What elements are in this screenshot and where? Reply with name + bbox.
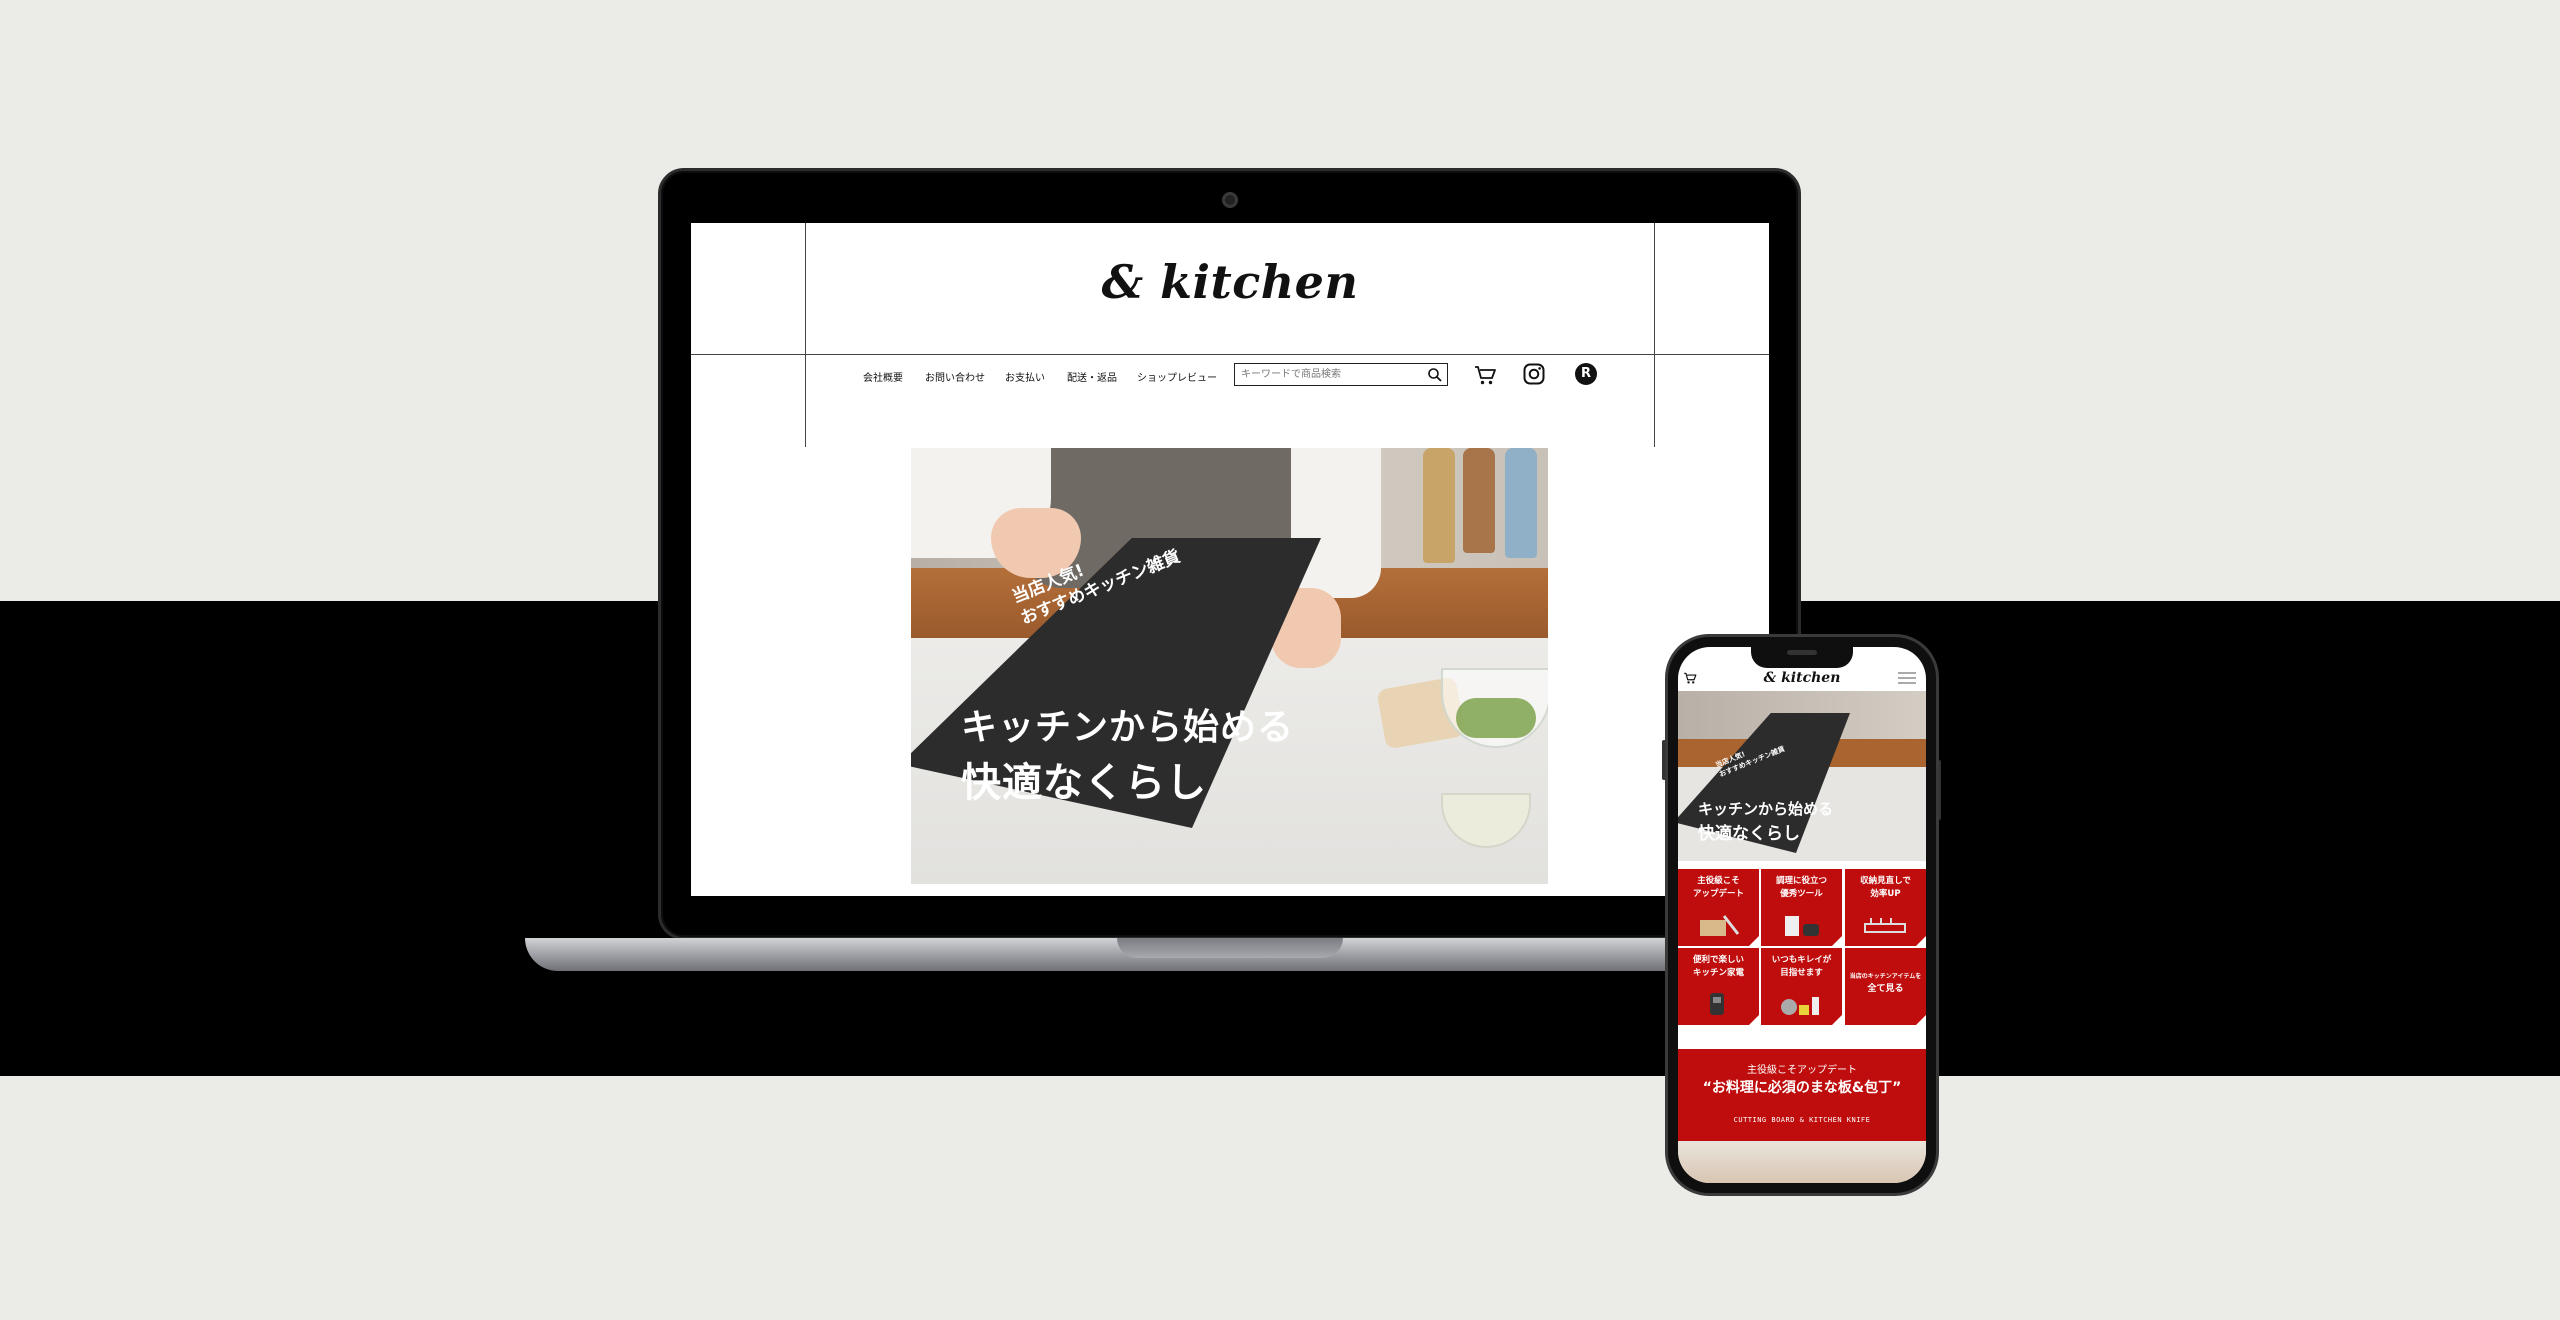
category-tile[interactable]: いつもキレイが 目指せます xyxy=(1761,948,1842,1025)
tile-label: 優秀ツール xyxy=(1780,889,1823,899)
tile-corner xyxy=(1832,1015,1842,1025)
nav-payment[interactable]: お支払い xyxy=(1005,369,1045,384)
mobile-hero-headline-1: キッチンから始める xyxy=(1698,800,1834,818)
tile-label: 便利で楽しい xyxy=(1692,955,1744,965)
tile-label: 主役級こそ xyxy=(1697,876,1740,886)
nav-contact[interactable]: お問い合わせ xyxy=(925,369,985,384)
tile-label: 収納見直しで xyxy=(1860,876,1911,886)
category-tile[interactable]: 便利で楽しい キッチン家電 xyxy=(1678,948,1759,1025)
mobile-logo[interactable]: & kitchen xyxy=(1678,670,1926,686)
mobile-hero-headline-2: 快適なくらし xyxy=(1698,824,1800,844)
bottle-image xyxy=(1423,448,1455,563)
phone-notch xyxy=(1751,644,1853,668)
tile-corner xyxy=(1749,1015,1759,1025)
tile-label: キッチン家電 xyxy=(1692,968,1744,978)
tile-corner xyxy=(1749,936,1759,946)
nav-company[interactable]: 会社概要 xyxy=(863,369,903,384)
banner-subtitle: 主役級こそアップデート xyxy=(1747,1065,1857,1076)
tile-label: アップデート xyxy=(1692,889,1744,899)
nav-shipping[interactable]: 配送・返品 xyxy=(1067,369,1117,384)
hero-banner[interactable]: 当店人気! おすすめキッチン雑貨 キッチンから始める 快適なくらし xyxy=(911,448,1548,884)
mobile-hero-banner[interactable]: 当店人気! おすすめキッチン雑貨 キッチンから始める 快適なくらし xyxy=(1678,691,1926,861)
banner-title: “お料理に必須のまな板&包丁” xyxy=(1702,1080,1902,1096)
tile-label: 全て見る xyxy=(1867,984,1904,994)
tile-label: 目指せます xyxy=(1780,968,1823,978)
category-tile[interactable]: 調理に役立つ 優秀ツール xyxy=(1761,869,1842,946)
sleeve-image xyxy=(1291,448,1381,598)
tile-corner xyxy=(1832,936,1842,946)
mobile-site: & kitchen 当店人気! おすすめキッチン雑貨 キッチンから始める 快適な… xyxy=(1678,647,1926,1183)
site-logo[interactable]: & kitchen xyxy=(691,255,1769,309)
header-divider xyxy=(691,354,1769,355)
instagram-icon[interactable] xyxy=(1522,362,1546,386)
laptop-trackpad-notch xyxy=(1117,938,1343,958)
nav-reviews[interactable]: ショップレビュー xyxy=(1137,369,1217,384)
category-tile-all[interactable]: 当店のキッチンアイテムを 全て見る xyxy=(1845,948,1926,1025)
category-grid: 主役級こそ アップデート 調理に役立つ 優秀ツール 収納見直しで 効率UP 便利… xyxy=(1678,869,1926,1031)
rakuten-icon[interactable]: R xyxy=(1575,363,1597,385)
storage-rack-icon xyxy=(1864,918,1906,933)
banner-english: CUTTING BOARD & KITCHEN KNIFE xyxy=(1733,1116,1871,1124)
mockup-stage: & kitchen 会社概要 お問い合わせ お支払い 配送・返品 ショップレビュ… xyxy=(0,0,2560,1320)
bottle-image xyxy=(1505,448,1537,558)
feature-photo xyxy=(1678,1141,1926,1183)
cutting-board-icon xyxy=(1700,915,1740,936)
cart-icon[interactable] xyxy=(1473,363,1497,387)
cooking-tool-icon xyxy=(1785,916,1819,936)
desktop-site: & kitchen 会社概要 お問い合わせ お支払い 配送・返品 ショップレビュ… xyxy=(691,223,1769,896)
tile-corner xyxy=(1916,936,1926,946)
category-tile[interactable]: 主役級こそ アップデート xyxy=(1678,869,1759,946)
tile-label: 当店のキッチンアイテムを xyxy=(1849,973,1922,980)
phone-speaker xyxy=(1787,650,1817,655)
cleaning-item-icon xyxy=(1781,997,1819,1015)
tile-label: 調理に役立つ xyxy=(1775,876,1827,886)
feature-banner[interactable]: 主役級こそアップデート “お料理に必須のまな板&包丁” CUTTING BOAR… xyxy=(1678,1049,1926,1141)
category-tile[interactable]: 収納見直しで 効率UP xyxy=(1845,869,1926,946)
search-input[interactable] xyxy=(1241,367,1421,382)
tile-corner xyxy=(1916,1015,1926,1025)
tile-label: 効率UP xyxy=(1870,889,1901,899)
tile-label: いつもキレイが xyxy=(1771,955,1832,965)
hero-headline-1: キッチンから始める xyxy=(961,707,1295,748)
search-icon[interactable] xyxy=(1427,367,1443,383)
bottle-image xyxy=(1463,448,1495,553)
herbs-image xyxy=(1456,698,1536,738)
search-box xyxy=(1234,363,1448,386)
laptop-camera xyxy=(1222,192,1238,208)
appliance-icon xyxy=(1710,993,1724,1015)
hero-headline-2: 快適なくらし xyxy=(961,760,1207,806)
menu-icon[interactable] xyxy=(1898,672,1916,684)
